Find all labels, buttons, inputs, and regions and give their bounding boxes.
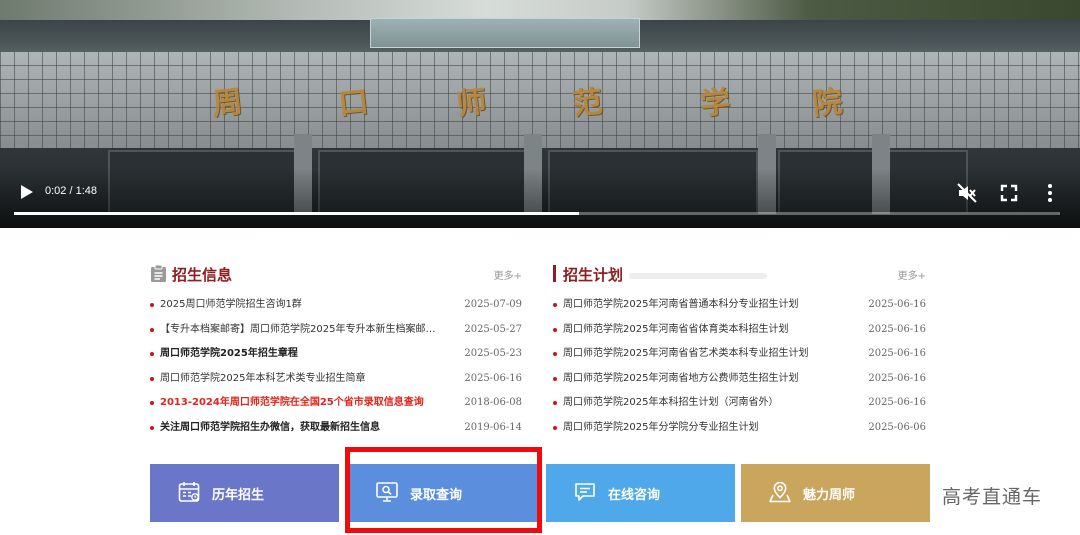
list-item-title[interactable]: 周口师范学院2025年河南省省艺术类本科专业招生计划 xyxy=(563,347,848,361)
list-item-date: 2025-06-06 xyxy=(868,421,926,433)
page: 周 口 师 范 学 院 0:02 / 1:48 招生信息 更多+ 2025周口师… xyxy=(0,0,1080,535)
list-item-date: 2019-06-14 xyxy=(464,421,522,433)
bullet-dot xyxy=(150,401,154,406)
bullet-dot xyxy=(150,327,154,332)
bullet-dot xyxy=(553,352,557,357)
bullet-dot xyxy=(553,401,557,406)
admissions-info-more-link[interactable]: 更多+ xyxy=(494,267,522,282)
list-item-date: 2025-06-16 xyxy=(868,397,926,409)
bullet-dot xyxy=(150,352,154,357)
more-vertical-icon[interactable] xyxy=(1039,182,1061,204)
bullet-dot xyxy=(553,425,557,430)
watermark: 高考直通车 xyxy=(942,486,1043,508)
video-progress-fill xyxy=(14,212,579,215)
clipboard-icon xyxy=(151,264,166,282)
admissions-info-header: 招生信息 更多+ xyxy=(150,262,522,286)
online-consult-button[interactable]: 在线咨询 xyxy=(546,464,735,522)
volume-muted-icon[interactable] xyxy=(956,182,978,204)
admissions-plan-list: 周口师范学院2025年河南省普通本科分专业招生计划 2025-06-16 周口师范学… xyxy=(553,298,926,446)
play-icon[interactable] xyxy=(16,182,36,202)
list-item-date: 2025-06-16 xyxy=(868,372,926,384)
list-item[interactable]: 周口师范学院2025年河南省省体育类本科招生计划 2025-06-16 xyxy=(553,323,926,348)
video-controls xyxy=(0,168,1080,228)
list-item-date: 2025-06-16 xyxy=(868,299,926,310)
highlight-box xyxy=(345,447,542,533)
list-item[interactable]: 周口师范学院2025年河南省地方公费师范生招生计划 2025-06-16 xyxy=(553,372,926,397)
list-item[interactable]: 【专升本档案邮寄】周口师范学院2025年专升本新生档案邮寄通知 2025-05-2… xyxy=(150,323,522,348)
list-item-date: 2025-06-16 xyxy=(868,348,926,360)
list-item[interactable]: 周口师范学院2025年本科艺术类专业招生简章 2025-06-16 xyxy=(150,372,522,397)
history-admissions-label: 历年招生 xyxy=(212,488,265,503)
list-item[interactable]: 周口师范学院2025年河南省普通本科分专业招生计划 2025-06-16 xyxy=(553,298,926,323)
admissions-info-title: 招生信息 xyxy=(172,266,233,284)
list-item[interactable]: 周口师范学院2025年本科招生计划（河南省外） 2025-06-16 xyxy=(553,396,926,421)
list-item-title[interactable]: 周口师范学院2025年分学院分专业招生计划 xyxy=(563,421,848,435)
bullet-dot xyxy=(150,425,154,430)
list-item-title[interactable]: 周口师范学院2025年河南省省体育类本科招生计划 xyxy=(563,323,848,337)
list-item[interactable]: 关注周口师范学院招生办微信，获取最新招生信息 2019-06-14 xyxy=(150,421,522,446)
bullet-dot xyxy=(553,327,557,332)
online-consult-label: 在线咨询 xyxy=(608,488,661,503)
title-divider xyxy=(629,273,767,279)
list-item-title[interactable]: 周口师范学院2025年河南省普通本科分专业招生计划 xyxy=(563,298,848,312)
admissions-plan-panel: 招生计划 更多+ 周口师范学院2025年河南省普通本科分专业招生计划 2025-0… xyxy=(553,262,926,433)
fullscreen-icon[interactable] xyxy=(998,182,1020,204)
bullet-dot xyxy=(150,376,154,381)
bullet-dot xyxy=(150,303,154,307)
admissions-plan-title: 招生计划 xyxy=(563,266,624,284)
title-accent-bar xyxy=(553,265,556,282)
list-item-date: 2025-06-16 xyxy=(464,372,522,384)
list-item[interactable]: 2013-2024年周口师范学院在全国25个省市录取信息查询 2018-06-08 xyxy=(150,396,522,421)
list-item-title[interactable]: 周口师范学院2025年招生章程 xyxy=(160,347,445,361)
admissions-plan-header: 招生计划 更多+ xyxy=(553,262,926,286)
list-item-title[interactable]: 周口师范学院2025年本科艺术类专业招生简章 xyxy=(160,372,445,386)
bullet-dot xyxy=(553,303,557,307)
list-item-title[interactable]: 关注周口师范学院招生办微信，获取最新招生信息 xyxy=(160,421,445,435)
list-item-date: 2025-06-16 xyxy=(868,323,926,335)
list-item[interactable]: 周口师范学院2025年河南省省艺术类本科专业招生计划 2025-06-16 xyxy=(553,347,926,372)
history-admissions-button[interactable]: 历年招生 xyxy=(150,464,339,522)
charm-zhoushi-button[interactable]: 魅力周师 xyxy=(741,464,930,522)
video-time: 0:02 / 1:48 xyxy=(45,185,97,197)
list-item-date: 2018-06-08 xyxy=(464,397,522,409)
list-item-date: 2025-05-27 xyxy=(464,323,522,335)
video-player[interactable]: 周 口 师 范 学 院 0:02 / 1:48 xyxy=(0,0,1080,228)
charm-zhoushi-label: 魅力周师 xyxy=(803,488,856,503)
list-item-date: 2025-05-23 xyxy=(464,348,522,360)
admissions-info-list: 2025周口师范学院招生咨询1群 2025-07-09 【专升本档案邮寄】周口师范学… xyxy=(150,298,522,446)
list-item-date: 2025-07-09 xyxy=(464,299,522,310)
map-pin-icon xyxy=(769,481,791,503)
list-item-title[interactable]: 2013-2024年周口师范学院在全国25个省市录取信息查询 xyxy=(160,396,445,410)
list-item[interactable]: 2025周口师范学院招生咨询1群 2025-07-09 xyxy=(150,298,522,323)
list-item-title[interactable]: 2025周口师范学院招生咨询1群 xyxy=(160,298,445,312)
admissions-info-panel: 招生信息 更多+ 2025周口师范学院招生咨询1群 2025-07-09 【专升本档… xyxy=(150,262,522,433)
bullet-dot xyxy=(553,376,557,381)
list-item-title[interactable]: 周口师范学院2025年河南省地方公费师范生招生计划 xyxy=(563,372,848,386)
list-item[interactable]: 周口师范学院2025年招生章程 2025-05-23 xyxy=(150,347,522,372)
list-item-title[interactable]: 周口师范学院2025年本科招生计划（河南省外） xyxy=(563,396,848,410)
list-item-title[interactable]: 【专升本档案邮寄】周口师范学院2025年专升本新生档案邮寄通知 xyxy=(160,323,445,337)
calendar-icon xyxy=(178,482,200,502)
admissions-plan-more-link[interactable]: 更多+ xyxy=(898,267,926,282)
list-item[interactable]: 周口师范学院2025年分学院分专业招生计划 2025-06-06 xyxy=(553,421,926,446)
chat-icon xyxy=(575,483,595,501)
video-progress-bar[interactable] xyxy=(14,212,1060,215)
